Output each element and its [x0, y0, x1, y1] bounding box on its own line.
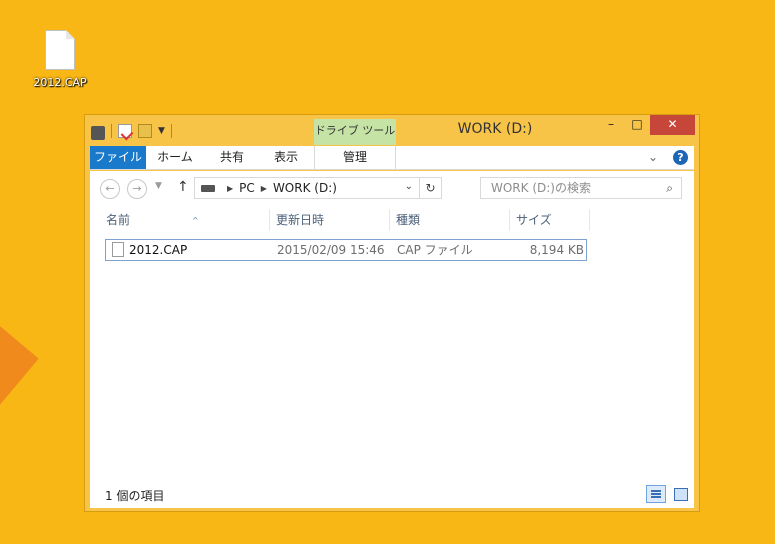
tab-home[interactable]: ホーム: [150, 146, 200, 169]
address-bar[interactable]: ▶ PC ▶ WORK (D:) ⌄ ↻: [194, 177, 442, 199]
toolbar-separator: [170, 124, 172, 138]
drive-tools-context-label: ドライブ ツール: [314, 119, 396, 145]
drive-icon: [201, 184, 215, 192]
search-icon[interactable]: ⌕: [666, 178, 673, 198]
file-list-pane[interactable]: 名前 ^ 更新日時 種類 サイズ 2012.CAP 2015/02/09 15:…: [90, 205, 694, 508]
desktop-file-label: 2012.CAP: [33, 76, 87, 89]
file-name: 2012.CAP: [129, 243, 188, 257]
toolbar-separator: [111, 124, 112, 138]
properties-icon[interactable]: [118, 124, 132, 138]
tab-file[interactable]: ファイル: [90, 146, 146, 169]
status-item-count: 1 個の項目: [105, 489, 165, 503]
column-header-size[interactable]: サイズ: [510, 209, 590, 231]
explorer-window: ▼ ドライブ ツール WORK (D:) – □ ✕ ファイル ホーム 共有 表…: [84, 114, 700, 512]
breadcrumb-pc[interactable]: PC: [239, 181, 255, 195]
table-row[interactable]: 2012.CAP 2015/02/09 15:46 CAP ファイル 8,194…: [105, 239, 587, 261]
customize-toolbar-icon[interactable]: ▼: [158, 126, 165, 136]
file-date: 2015/02/09 15:46: [277, 243, 385, 257]
forward-button[interactable]: →: [127, 179, 147, 199]
column-header-date[interactable]: 更新日時: [270, 209, 390, 231]
file-type: CAP ファイル: [397, 243, 473, 257]
ribbon-tabs: ファイル ホーム 共有 表示 管理 ⌄ ?: [90, 146, 694, 170]
up-button[interactable]: ↑: [177, 179, 189, 195]
expand-ribbon-icon[interactable]: ⌄: [648, 150, 658, 164]
quick-access-toolbar: ▼: [91, 122, 172, 140]
close-button[interactable]: ✕: [650, 115, 695, 135]
navigation-bar: ← → ▼ ↑ ▶ PC ▶ WORK (D:) ⌄ ↻ WORK (D:)の検…: [90, 171, 694, 205]
details-view-icon[interactable]: [646, 485, 666, 503]
file-size: 8,194 KB: [529, 243, 584, 257]
sort-ascending-icon: ^: [192, 216, 199, 225]
file-icon: [112, 242, 124, 257]
maximize-button[interactable]: □: [624, 115, 650, 135]
tab-share[interactable]: 共有: [212, 146, 252, 169]
back-button[interactable]: ←: [100, 179, 120, 199]
search-placeholder: WORK (D:)の検索: [491, 181, 591, 195]
drive-icon: [91, 126, 105, 140]
breadcrumb-work-drive[interactable]: WORK (D:): [273, 181, 337, 195]
search-input[interactable]: WORK (D:)の検索 ⌕: [480, 177, 682, 199]
refresh-icon[interactable]: ↻: [419, 178, 441, 198]
help-icon[interactable]: ?: [673, 150, 688, 165]
file-icon: [45, 30, 75, 70]
column-header-label: 名前: [106, 213, 131, 227]
column-header-type[interactable]: 種類: [390, 209, 510, 231]
tab-view[interactable]: 表示: [266, 146, 306, 169]
tab-manage[interactable]: 管理: [314, 146, 396, 170]
new-folder-icon[interactable]: [138, 124, 152, 138]
recent-locations-icon[interactable]: ▼: [155, 181, 162, 191]
breadcrumb-chevron-icon[interactable]: ▶: [261, 184, 267, 193]
breadcrumb-chevron-icon[interactable]: ▶: [227, 184, 233, 193]
minimize-button[interactable]: –: [598, 115, 624, 135]
address-dropdown-icon[interactable]: ⌄: [405, 181, 413, 192]
large-icons-view-icon[interactable]: [671, 485, 689, 503]
title-bar[interactable]: ▼ ドライブ ツール WORK (D:) – □ ✕: [85, 115, 699, 145]
desktop-wallpaper-stripe: [0, 320, 39, 420]
desktop-file-icon[interactable]: 2012.CAP: [30, 30, 90, 89]
window-title: WORK (D:): [457, 121, 533, 137]
column-header-name[interactable]: 名前 ^: [100, 209, 270, 231]
